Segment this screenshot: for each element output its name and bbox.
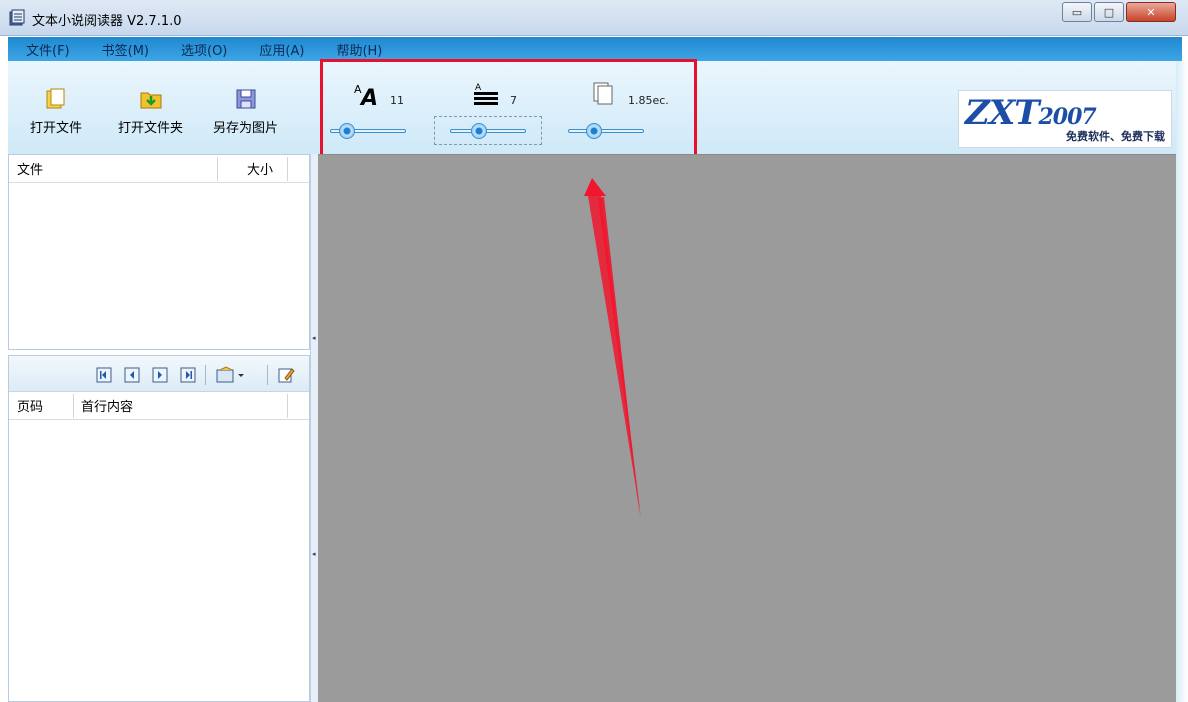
maximize-button[interactable]: □ bbox=[1094, 2, 1124, 22]
open-folder-button[interactable]: 打开文件夹 bbox=[118, 87, 183, 136]
bookmark-list-header: 页码 首行内容 bbox=[9, 392, 309, 420]
bookmark-panel: 页码 首行内容 bbox=[8, 355, 310, 702]
highlight-frame bbox=[320, 59, 697, 157]
open-file-icon bbox=[46, 88, 65, 109]
edit-icon[interactable] bbox=[277, 366, 295, 384]
panel-splitter[interactable]: ◂ ◂ bbox=[310, 154, 318, 702]
window-right-edge bbox=[1176, 61, 1188, 702]
menu-file[interactable]: 文件(F) bbox=[26, 40, 70, 59]
menu-bookmark[interactable]: 书签(M) bbox=[102, 40, 149, 59]
logo-brand-text: ZXT bbox=[965, 93, 1039, 133]
reading-area[interactable] bbox=[318, 154, 1176, 702]
logo-brand: ZXT2007 bbox=[965, 93, 1097, 133]
logo-year: 2007 bbox=[1038, 104, 1097, 130]
menu-help[interactable]: 帮助(H) bbox=[336, 40, 382, 59]
column-first-line[interactable]: 首行内容 bbox=[81, 396, 133, 415]
bookmark-toolbar bbox=[9, 356, 309, 392]
column-size[interactable]: 大小 bbox=[247, 159, 273, 178]
menu-apps[interactable]: 应用(A) bbox=[259, 40, 304, 59]
bookmark-menu-icon[interactable] bbox=[215, 366, 245, 384]
open-file-label: 打开文件 bbox=[30, 121, 83, 136]
save-as-image-label: 另存为图片 bbox=[213, 121, 279, 136]
open-folder-label: 打开文件夹 bbox=[118, 121, 184, 136]
open-folder-icon bbox=[140, 92, 161, 109]
menu-bar: 文件(F) 书签(M) 选项(O) 应用(A) 帮助(H) bbox=[8, 37, 1182, 61]
title-bar: 文本小说阅读器 V2.7.1.0 ▭ □ ✕ bbox=[0, 0, 1188, 36]
save-as-image-button[interactable]: 另存为图片 bbox=[213, 87, 278, 136]
zxt-logo: ZXT2007 免费软件、免费下载 bbox=[958, 90, 1172, 148]
menu-options[interactable]: 选项(O) bbox=[181, 40, 227, 59]
column-file[interactable]: 文件 bbox=[17, 159, 43, 178]
file-list-header: 文件 大小 bbox=[9, 155, 309, 183]
window-title: 文本小说阅读器 V2.7.1.0 bbox=[32, 14, 182, 29]
close-button[interactable]: ✕ bbox=[1126, 2, 1176, 22]
next-page-icon[interactable] bbox=[151, 366, 169, 384]
file-list-panel: 文件 大小 bbox=[8, 154, 310, 350]
save-icon bbox=[236, 89, 255, 109]
column-page[interactable]: 页码 bbox=[17, 396, 43, 415]
open-file-button[interactable]: 打开文件 bbox=[30, 87, 82, 136]
minimize-button[interactable]: ▭ bbox=[1062, 2, 1092, 22]
last-page-icon[interactable] bbox=[179, 366, 197, 384]
first-page-icon[interactable] bbox=[95, 366, 113, 384]
logo-tagline: 免费软件、免费下载 bbox=[1066, 130, 1165, 143]
prev-page-icon[interactable] bbox=[123, 366, 141, 384]
app-icon bbox=[9, 9, 25, 26]
